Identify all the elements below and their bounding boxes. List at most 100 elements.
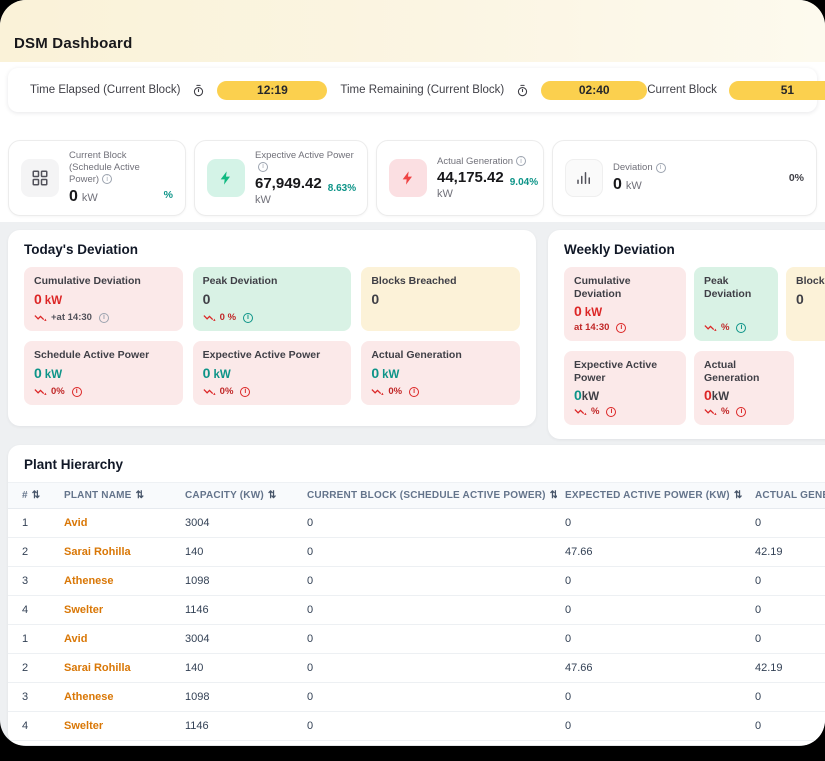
tile-blocks-breached: Blocks Breached 0: [786, 267, 825, 341]
trend-down-icon: [203, 314, 216, 322]
time-elapsed-item: Time Elapsed (Current Block) 12:19: [30, 81, 327, 100]
bolt-icon: [218, 170, 234, 186]
table-cell: 0: [557, 625, 747, 654]
kpi-side-percent: %: [164, 189, 173, 215]
kpi-actual-generation: Actual Generation 44,175.429.04% kW: [376, 140, 544, 216]
table-cell: 1098: [177, 683, 299, 712]
table-cell: 47.66: [557, 654, 747, 683]
table-row[interactable]: 1Avid3004000: [8, 625, 825, 654]
current-block-value: 51: [729, 81, 825, 100]
tile-peak-deviation: Peak Deviation 0 0 %: [193, 267, 352, 331]
bolt-icon: [400, 170, 416, 186]
time-remaining-value: 02:40: [541, 81, 647, 100]
kpi-unit: kW: [437, 188, 531, 200]
kpi-value: 0: [613, 176, 622, 194]
table-cell: 140: [177, 654, 299, 683]
col-header-plant-name[interactable]: PLANT NAME: [56, 483, 177, 509]
app-window: DSM Dashboard Time Elapsed (Current Bloc…: [0, 0, 825, 746]
plant-name-cell: Athenese: [56, 567, 177, 596]
deviation-panels: Today's Deviation Cumulative Deviation 0…: [0, 222, 825, 439]
table-cell: 3: [8, 683, 56, 712]
table-cell: 1146: [177, 596, 299, 625]
table-cell: 0: [747, 625, 825, 654]
table-row[interactable]: 3Athenese1098000: [8, 567, 825, 596]
col-header-actual-generation[interactable]: ACTUAL GENERATION (KW): [747, 483, 825, 509]
sort-icon: [136, 490, 145, 501]
signal-icon: [575, 169, 593, 187]
table-cell: 0: [299, 712, 557, 741]
table-cell: 0: [557, 567, 747, 596]
table-cell: 0: [299, 538, 557, 567]
info-icon[interactable]: [736, 407, 746, 417]
table-cell: 3004: [177, 625, 299, 654]
trend-down-icon: [704, 324, 717, 332]
table-cell: 0: [747, 683, 825, 712]
table-cell: 0: [747, 596, 825, 625]
info-icon[interactable]: [606, 407, 616, 417]
info-icon[interactable]: [616, 323, 626, 333]
sort-icon: [268, 490, 277, 501]
table-row[interactable]: 3Athenese1098000: [8, 683, 825, 712]
time-elapsed-label: Time Elapsed (Current Block): [30, 84, 180, 96]
plant-name-cell: Avid: [56, 625, 177, 654]
info-icon[interactable]: [99, 313, 109, 323]
info-icon[interactable]: [102, 174, 112, 184]
table-cell: 0: [557, 509, 747, 538]
trend-down-icon: [34, 314, 47, 322]
table-row[interactable]: 2Sarai Rohilla140047.6642.19: [8, 654, 825, 683]
tile-expective-active-power: Expective Active Power 0kW %: [564, 351, 686, 425]
table-cell: 42.19: [747, 538, 825, 567]
kpi-row: Current Block (Schedule Active Power) 0 k…: [8, 140, 817, 216]
table-cell: 42.19: [747, 654, 825, 683]
table-cell: 1: [8, 625, 56, 654]
trend-down-icon: [371, 388, 384, 396]
table-cell: 0: [747, 567, 825, 596]
info-icon[interactable]: [516, 156, 526, 166]
kpi-label: Current Block (Schedule Active Power): [69, 150, 154, 186]
kpi-side-percent: 0%: [789, 172, 804, 184]
table-cell: 0: [557, 683, 747, 712]
table-row[interactable]: 4Swelter1146000: [8, 596, 825, 625]
table-cell: 3: [8, 567, 56, 596]
table-row[interactable]: 1Avid3004000: [8, 509, 825, 538]
time-elapsed-value: 12:19: [217, 81, 327, 100]
sort-icon: [32, 490, 41, 501]
col-header-capacity[interactable]: CAPACITY (KW): [177, 483, 299, 509]
table-row[interactable]: 4Swelter1146000: [8, 712, 825, 741]
time-remaining-label: Time Remaining (Current Block): [340, 84, 504, 96]
info-icon[interactable]: [409, 387, 419, 397]
table-cell: 0: [299, 567, 557, 596]
sort-icon: [734, 490, 743, 501]
sort-icon: [550, 490, 557, 501]
table-cell: 1: [8, 509, 56, 538]
info-icon[interactable]: [656, 163, 666, 173]
col-header-current-block[interactable]: CURRENT BLOCK (SCHEDULE ACTIVE POWER): [299, 483, 557, 509]
col-header-expected-active-power[interactable]: EXPECTED ACTIVE POWER (KW): [557, 483, 747, 509]
tile-peak-deviation: Peak Deviation %: [694, 267, 778, 341]
kpi-percent: 8.63%: [328, 183, 356, 194]
app-header: DSM Dashboard: [0, 0, 825, 62]
table-cell: 0: [299, 654, 557, 683]
kpi-value: 44,175.42: [437, 169, 504, 186]
plant-name-cell: Swelter: [56, 712, 177, 741]
trend-down-icon: [574, 408, 587, 416]
table-row[interactable]: 2Sarai Rohilla140047.6642.19: [8, 538, 825, 567]
tile-actual-generation: Actual Generation 0kW 0%: [361, 341, 520, 405]
table-cell: 4: [8, 712, 56, 741]
info-icon[interactable]: [240, 387, 250, 397]
plant-name-cell: Sarai Rohilla: [56, 538, 177, 567]
col-header-index[interactable]: #: [8, 483, 56, 509]
info-icon[interactable]: [72, 387, 82, 397]
info-icon[interactable]: [258, 162, 268, 172]
table-cell: 1146: [177, 712, 299, 741]
info-icon[interactable]: [736, 323, 746, 333]
stopwatch-icon: [192, 84, 205, 97]
trend-down-icon: [34, 388, 47, 396]
stopwatch-icon: [516, 84, 529, 97]
plant-table: # PLANT NAME CAPACITY (KW) CURRENT BLOCK…: [8, 482, 825, 741]
panel-title: Weekly Deviation: [564, 242, 825, 257]
table-cell: 0: [299, 683, 557, 712]
info-icon[interactable]: [243, 313, 253, 323]
plant-hierarchy-card: Plant Hierarchy # PLANT NAME CAPACITY (K…: [8, 445, 825, 745]
table-cell: 0: [747, 509, 825, 538]
